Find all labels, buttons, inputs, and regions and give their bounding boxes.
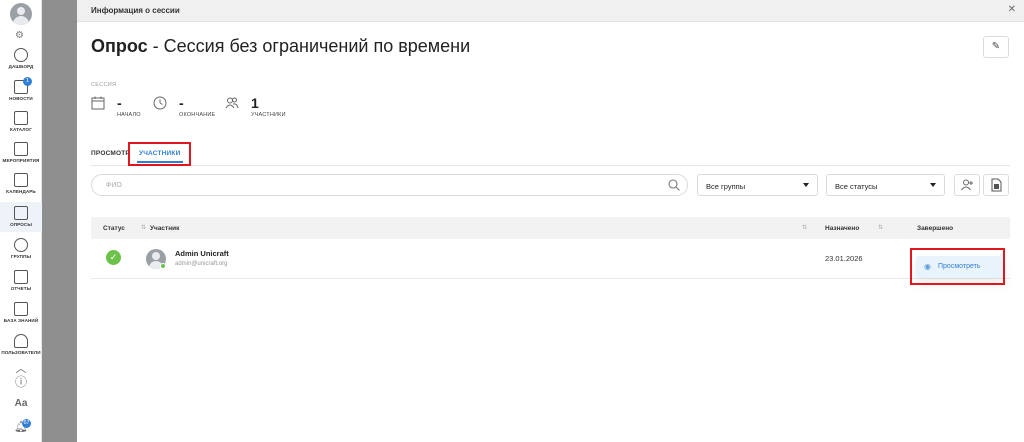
session-end-label: ОКОНЧАНИЕ [179,112,216,118]
participant-name: Admin Unicraft [175,249,229,258]
groups-select[interactable]: Все группы [697,174,818,196]
sidebar-item-groups[interactable]: ГРУППЫ [0,238,42,259]
sidebar-item-knowledge-base[interactable]: БАЗА ЗНАНИЙ [0,302,42,323]
column-participant[interactable]: Участник [150,225,179,232]
column-completed[interactable]: Завершено [917,225,953,232]
session-start-label: НАЧАЛО [117,112,141,118]
sidebar-item-dashboard[interactable]: ДАШБОРД [0,48,42,69]
search-icon [668,179,680,191]
session-end-value: - [179,95,184,111]
sidebar-item-users[interactable]: ПОЛЬЗОВАТЕЛИ [0,334,42,355]
notifications-badge: 67 [22,419,31,428]
online-status-dot [160,263,166,269]
page-title-session: - Сессия без ограничений по времени [147,36,471,56]
tab-highlight-box [128,142,191,166]
column-assigned[interactable]: Назначено [825,225,859,232]
panel-header: Информация о сессии ✕ [77,0,1024,22]
groups-select-value: Все группы [706,182,746,191]
add-participant-button[interactable] [954,174,980,196]
dashboard-icon [14,48,28,62]
calendar-icon [91,96,105,110]
statuses-select-value: Все статусы [835,182,878,191]
sidebar-item-catalog[interactable]: КАТАЛОГ [0,111,42,132]
events-icon [14,142,28,156]
app: ⚙ ДАШБОРД 1 НОВОСТИ КАТАЛОГ МЕРОПРИЯТИЯ … [0,0,1024,442]
profile-avatar[interactable] [10,3,32,25]
sort-participant-right-icon[interactable]: ⇅ [802,224,807,231]
search-input[interactable]: ФИО [91,174,688,196]
users-icon [14,334,28,348]
sidebar-item-events[interactable]: МЕРОПРИЯТИЯ [0,142,42,163]
participants-icon [225,97,239,109]
panel-header-title: Информация о сессии [91,6,180,15]
export-button[interactable] [983,174,1009,196]
assigned-date: 23.01.2026 [825,254,863,263]
search-placeholder: ФИО [106,182,122,189]
modal-backdrop[interactable] [42,0,77,442]
sort-participant-icon[interactable]: ⇅ [141,224,146,231]
close-icon[interactable]: ✕ [1008,4,1016,15]
session-participants-value: 1 [251,95,259,111]
calendar-icon [14,173,28,187]
column-status[interactable]: Статус [103,225,125,232]
notifications-bell-icon[interactable]: 🔔︎ 67 [0,419,42,433]
add-user-icon [961,179,973,191]
sidebar-item-news[interactable]: 1 НОВОСТИ [0,77,42,101]
clock-icon [153,96,167,110]
session-start-value: - [117,95,122,111]
news-badge: 1 [23,77,32,86]
groups-icon [14,238,28,252]
sidebar-item-surveys[interactable]: ОПРОСЫ [0,202,42,232]
completed-check-icon: ✓ [106,250,121,265]
sidebar: ⚙ ДАШБОРД 1 НОВОСТИ КАТАЛОГ МЕРОПРИЯТИЯ … [0,0,42,442]
statuses-select[interactable]: Все статусы [826,174,945,196]
tab-view[interactable]: ПРОСМОТР [91,150,130,157]
table-row[interactable]: ✓ Admin Unicraft admin@unicraft.org 23.0… [91,239,1010,279]
knowledge-base-icon [14,302,28,316]
edit-button[interactable]: ✎ [983,36,1009,58]
page-title-type: Опрос [91,36,148,56]
translate-icon[interactable]: Aa [0,398,42,409]
catalog-icon [14,111,28,125]
tabs-divider [91,165,1010,166]
help-icon[interactable]: ⓘ [0,373,42,390]
reports-icon [14,270,28,284]
table-header: Статус ⇅ Участник ⇅ Назначено ⇅ Завершен… [91,217,1010,239]
session-section-label: СЕССИЯ [91,82,117,88]
chevron-down-icon [930,183,936,187]
button-highlight-box [910,248,1005,285]
sidebar-item-reports[interactable]: ОТЧЕТЫ [0,270,42,291]
page-title: Опрос - Сессия без ограничений по времен… [91,36,470,57]
session-info-panel: Информация о сессии ✕ Опрос - Сессия без… [77,0,1024,442]
pencil-icon: ✎ [991,41,1001,52]
settings-gear-icon[interactable]: ⚙ [15,30,24,41]
session-participants-label: УЧАСТНИКИ [251,112,286,118]
export-document-icon [991,178,1002,192]
participant-email: admin@unicraft.org [175,261,228,267]
sort-assigned-icon[interactable]: ⇅ [878,224,883,231]
surveys-icon [14,206,28,220]
sidebar-item-calendar[interactable]: КАЛЕНДАРЬ [0,173,42,194]
chevron-down-icon [803,183,809,187]
